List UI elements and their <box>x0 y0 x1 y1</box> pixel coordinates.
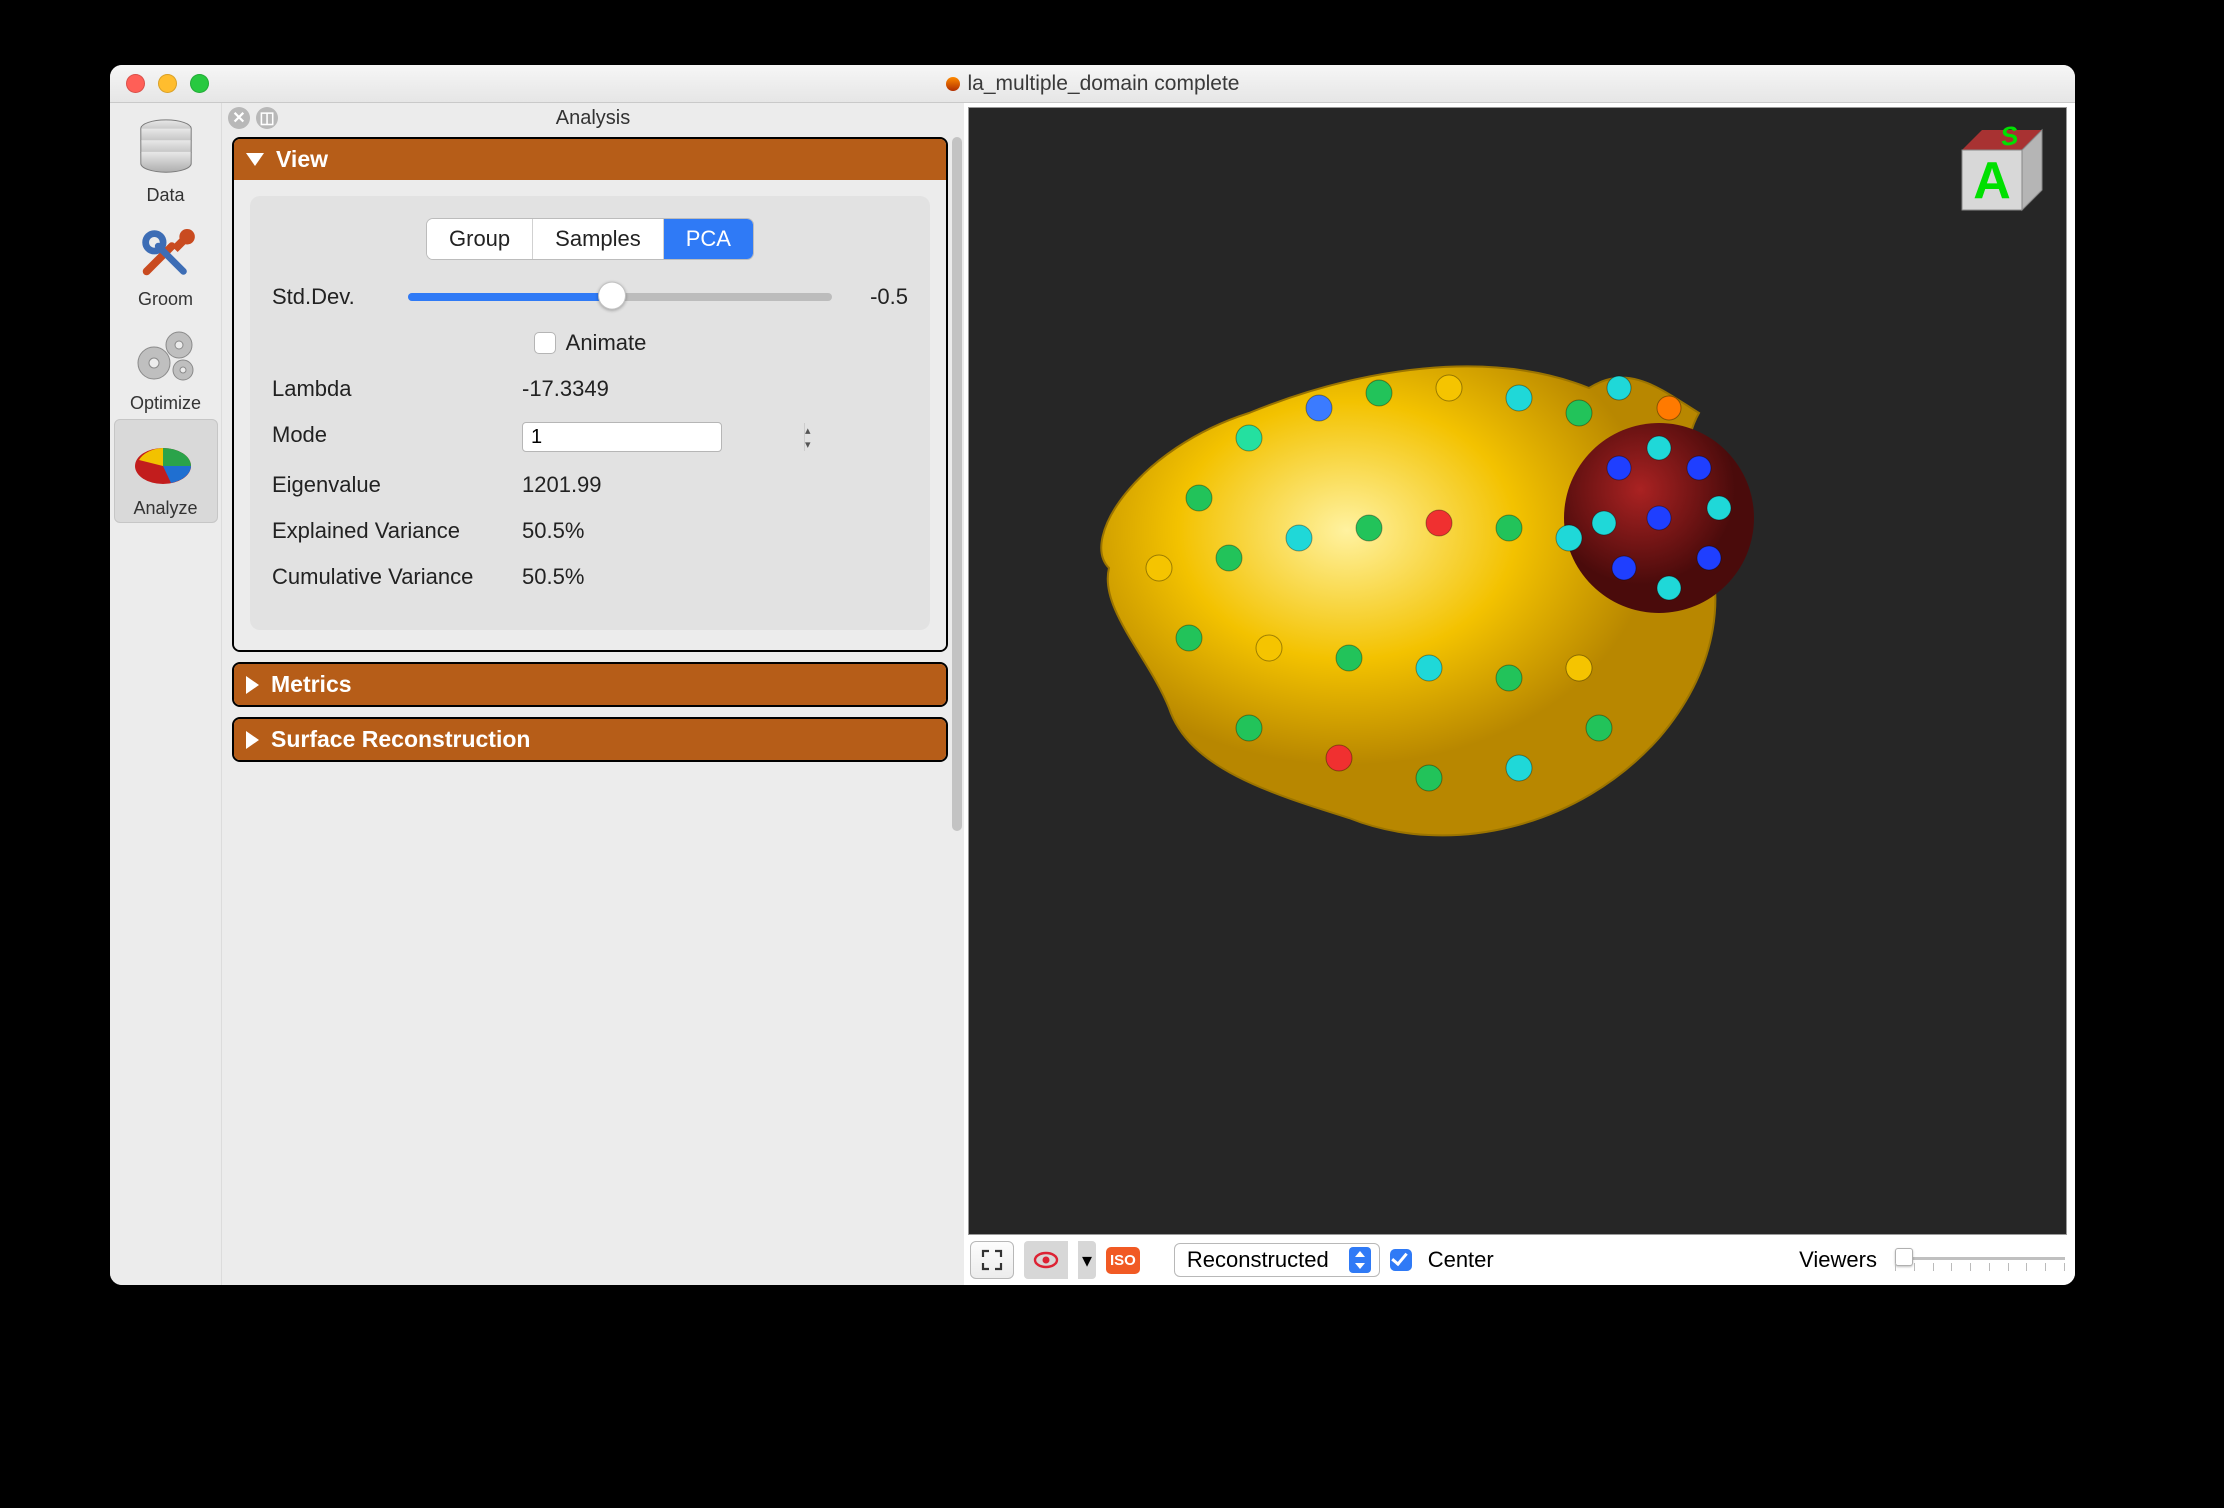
titlebar: la_multiple_domain complete <box>110 65 2075 103</box>
lambda-label: Lambda <box>272 376 522 402</box>
tool-label: Optimize <box>116 393 216 414</box>
chevron-right-icon <box>246 676 259 694</box>
tool-label: Analyze <box>117 498 215 519</box>
cumulative-variance-label: Cumulative Variance <box>272 564 522 590</box>
tool-optimize[interactable]: Optimize <box>114 315 218 417</box>
shape-render <box>1019 238 1859 978</box>
visibility-dropdown-button[interactable]: ▾ <box>1078 1241 1096 1279</box>
view-tabs: Group Samples PCA <box>272 218 908 260</box>
center-label: Center <box>1428 1247 1494 1273</box>
view-card: Group Samples PCA Std.Dev. <box>250 196 930 630</box>
panel-header: ✕ ◫ Analysis <box>222 103 964 133</box>
chevron-right-icon <box>246 731 259 749</box>
tool-data[interactable]: Data <box>114 107 218 209</box>
stats-grid: Lambda -17.3349 Mode ▴▾ Eigenvalue 1201.… <box>272 376 908 590</box>
section-metrics-header[interactable]: Metrics <box>234 664 946 705</box>
section-view-header[interactable]: View <box>234 139 946 180</box>
analysis-panel: ✕ ◫ Analysis View <box>222 103 964 1285</box>
app-icon <box>946 77 960 91</box>
explained-variance-label: Explained Variance <box>272 518 522 544</box>
section-view: View Group Samples PCA <box>232 137 948 652</box>
panel-popout-icon[interactable]: ◫ <box>256 107 278 129</box>
eigenvalue-value: 1201.99 <box>522 472 908 498</box>
window-title-text: la_multiple_domain complete <box>968 72 1240 96</box>
iso-button[interactable]: ISO <box>1106 1247 1140 1274</box>
tool-analyze[interactable]: Analyze <box>114 419 218 523</box>
explained-variance-value: 50.5% <box>522 518 908 544</box>
tools-icon <box>135 221 197 283</box>
window-body: Data Groom <box>110 103 2075 1285</box>
cube-front-label: A <box>1973 152 2011 210</box>
gears-icon <box>131 323 201 389</box>
mode-spinner[interactable]: ▴▾ <box>522 422 722 452</box>
eigenvalue-label: Eigenvalue <box>272 472 522 498</box>
window-title: la_multiple_domain complete <box>110 72 2075 96</box>
animate-label: Animate <box>566 330 647 356</box>
viewers-slider[interactable] <box>1895 1249 2065 1271</box>
pie-chart-icon <box>131 430 201 492</box>
orientation-cube[interactable]: S A <box>1942 120 2052 230</box>
step-down-icon[interactable]: ▾ <box>805 437 811 451</box>
mode-input[interactable] <box>523 424 804 451</box>
section-surface-reconstruction: Surface Reconstruction <box>232 717 948 762</box>
display-mode-select[interactable]: Reconstructed <box>1174 1243 1380 1277</box>
panel-close-icon[interactable]: ✕ <box>228 107 250 129</box>
viewport-toolbar: ▾ ISO Reconstructed Center Viewers <box>968 1235 2067 1281</box>
cumulative-variance-value: 50.5% <box>522 564 908 590</box>
animate-row: Animate <box>272 330 908 356</box>
compress-icon <box>981 1249 1003 1271</box>
slider-knob[interactable] <box>598 282 626 310</box>
tab-pca[interactable]: PCA <box>664 219 753 259</box>
tab-group[interactable]: Group <box>427 219 533 259</box>
visibility-toggle-button[interactable] <box>1024 1241 1068 1279</box>
stddev-value: -0.5 <box>848 284 908 310</box>
panel-title: Analysis <box>556 107 630 130</box>
section-title: Metrics <box>271 671 352 698</box>
center-checkbox[interactable] <box>1390 1249 1412 1271</box>
section-metrics: Metrics <box>232 662 948 707</box>
database-icon <box>135 117 197 179</box>
section-title: Surface Reconstruction <box>271 726 530 753</box>
eye-icon <box>1033 1250 1059 1270</box>
select-chevron-icon <box>1349 1247 1371 1273</box>
step-up-icon[interactable]: ▴ <box>805 423 811 437</box>
lambda-value: -17.3349 <box>522 376 908 402</box>
section-surface-header[interactable]: Surface Reconstruction <box>234 719 946 760</box>
fit-view-button[interactable] <box>970 1241 1014 1279</box>
animate-checkbox[interactable] <box>534 332 556 354</box>
tool-label: Data <box>116 185 216 206</box>
mode-label: Mode <box>272 422 522 452</box>
viewport-column: S A <box>964 103 2075 1285</box>
left-toolbar: Data Groom <box>110 103 222 1285</box>
tool-label: Groom <box>116 289 216 310</box>
3d-viewport[interactable]: S A <box>968 107 2067 1235</box>
scrollbar-thumb[interactable] <box>952 137 962 831</box>
viewers-label: Viewers <box>1799 1247 1877 1273</box>
panel-scrollbar[interactable] <box>952 137 962 1275</box>
tab-samples[interactable]: Samples <box>533 219 664 259</box>
stddev-label: Std.Dev. <box>272 284 392 310</box>
stddev-row: Std.Dev. -0.5 <box>272 284 908 310</box>
section-title: View <box>276 146 328 173</box>
stddev-slider[interactable] <box>408 293 832 301</box>
app-window: la_multiple_domain complete Data <box>110 65 2075 1285</box>
display-mode-value: Reconstructed <box>1187 1247 1329 1273</box>
chevron-down-icon <box>246 153 264 166</box>
panel-column: ✕ ◫ Analysis View <box>222 103 2075 1285</box>
svg-text:S: S <box>1999 120 2021 152</box>
tool-groom[interactable]: Groom <box>114 211 218 313</box>
